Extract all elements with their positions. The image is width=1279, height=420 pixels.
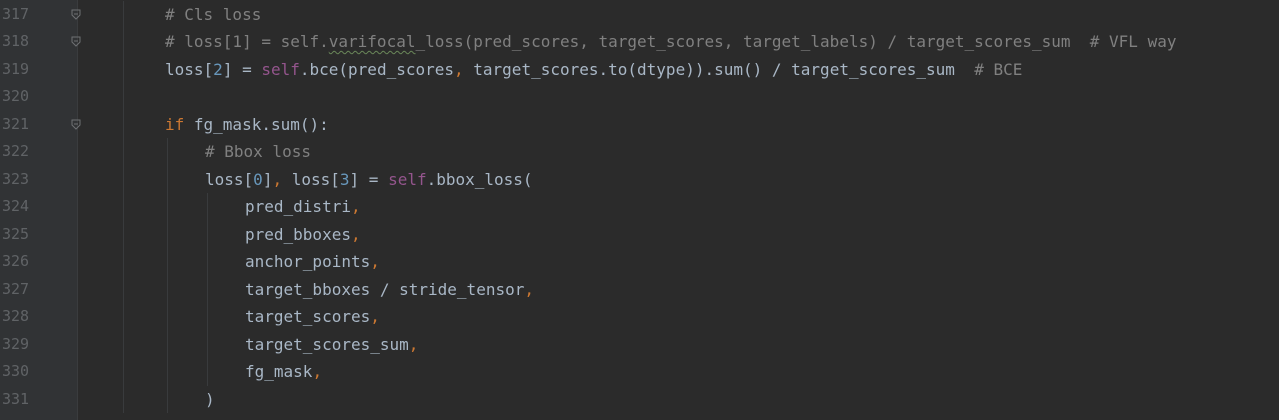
- fold-marker-icon[interactable]: [71, 9, 81, 20]
- code-text: # Cls loss: [165, 1, 261, 29]
- line-number: 320: [2, 87, 30, 105]
- code-text: loss[2] = self.bce(pred_scores, target_s…: [165, 56, 1022, 84]
- code-token: target_scores.to(dtype)).sum() / target_…: [463, 59, 975, 79]
- code-line[interactable]: 317 # Cls loss: [0, 1, 1279, 29]
- line-number: 327: [2, 279, 30, 298]
- code-token: loss[: [205, 169, 254, 189]
- code-token: pred_bboxes: [245, 224, 351, 244]
- line-number: 318: [2, 32, 30, 50]
- code-token: pred_distri: [245, 197, 351, 216]
- code-line[interactable]: 330 fg_mask,: [0, 358, 1279, 386]
- line-number: 330: [2, 362, 30, 380]
- code-line[interactable]: 323 loss[0], loss[3] = self.bbox_loss(: [0, 166, 1279, 194]
- code-line[interactable]: 326 anchor_points,: [0, 248, 1279, 276]
- code-text: target_bboxes / stride_tensor,: [245, 276, 534, 304]
- code-line[interactable]: 328 target_scores,: [0, 303, 1279, 331]
- code-line[interactable]: 329 target_scores_sum,: [0, 331, 1279, 359]
- code-token: if: [165, 114, 185, 134]
- code-line[interactable]: 325 pred_bboxes,: [0, 221, 1279, 249]
- code-text: # Bbox loss: [205, 138, 311, 166]
- line-number: 323: [2, 169, 30, 188]
- code-token: # Bbox loss: [205, 142, 311, 161]
- code-token: loss[: [282, 169, 340, 189]
- line-number: 319: [2, 59, 30, 78]
- code-text: fg_mask,: [245, 358, 322, 386]
- line-number: 326: [2, 252, 30, 270]
- code-token: target_scores: [245, 307, 371, 326]
- code-line[interactable]: 321 if fg_mask.sum():: [0, 111, 1279, 139]
- code-token: ,: [350, 197, 361, 216]
- code-token: self: [261, 59, 300, 79]
- code-line[interactable]: 331): [0, 386, 1279, 414]
- code-text: anchor_points,: [245, 248, 380, 276]
- code-text: loss[0], loss[3] = self.bbox_loss(: [205, 166, 533, 194]
- code-token: _loss(pred_scores, target_scores, target…: [415, 32, 1177, 51]
- code-line[interactable]: 320: [0, 83, 1279, 111]
- line-number: 322: [2, 142, 30, 160]
- code-token: ): [205, 389, 215, 409]
- code-token: ] =: [349, 169, 389, 189]
- line-number: 317: [2, 4, 30, 23]
- code-token: ,: [454, 59, 464, 79]
- code-token: 0: [253, 169, 263, 189]
- code-token: ]: [262, 169, 273, 189]
- fold-marker-icon[interactable]: [71, 119, 81, 130]
- code-token: # BCE: [974, 59, 1023, 79]
- line-number: 321: [2, 114, 30, 133]
- code-token: ] =: [222, 59, 262, 79]
- code-token: fg_mask.sum():: [184, 114, 329, 134]
- line-number: 325: [2, 224, 30, 243]
- code-token: self: [388, 169, 427, 189]
- code-editor[interactable]: 317 # Cls loss 318 # loss[1] = self.varifoc…: [0, 0, 1279, 420]
- code-token: loss[: [165, 59, 214, 79]
- line-number: 331: [2, 389, 30, 408]
- code-token: 2: [213, 59, 223, 79]
- code-text: ): [205, 386, 215, 414]
- code-token: ,: [350, 224, 361, 244]
- code-token: .bce(pred_scores: [299, 59, 454, 79]
- code-token: ,: [272, 169, 283, 189]
- code-text: pred_bboxes,: [245, 221, 361, 249]
- code-token: ,: [312, 362, 323, 381]
- fold-marker-icon[interactable]: [71, 36, 81, 47]
- code-text: # loss[1] = self.varifocal_loss(pred_sco…: [165, 28, 1176, 56]
- code-token: ,: [524, 279, 534, 299]
- line-number: 324: [2, 197, 30, 215]
- code-token: anchor_points: [245, 252, 371, 271]
- code-text: pred_distri,: [245, 193, 361, 221]
- code-line[interactable]: 318 # loss[1] = self.varifocal_loss(pred_…: [0, 28, 1279, 56]
- code-line[interactable]: 324 pred_distri,: [0, 193, 1279, 221]
- code-token: varifocal: [328, 32, 416, 51]
- code-line[interactable]: 319 loss[2] = self.bce(pred_scores, targe…: [0, 56, 1279, 84]
- code-text: if fg_mask.sum():: [165, 111, 329, 139]
- code-token: 3: [339, 169, 350, 189]
- code-token: .bbox_loss(: [426, 169, 533, 189]
- code-token: fg_mask: [245, 362, 313, 381]
- code-text: target_scores_sum,: [245, 331, 418, 359]
- code-token: target_bboxes / stride_tensor: [245, 279, 525, 299]
- line-number: 328: [2, 307, 30, 325]
- code-token: # Cls loss: [165, 4, 262, 24]
- code-line[interactable]: 322 # Bbox loss: [0, 138, 1279, 166]
- code-token: ,: [408, 334, 419, 354]
- code-line[interactable]: 327 target_bboxes / stride_tensor,: [0, 276, 1279, 304]
- code-text: target_scores,: [245, 303, 380, 331]
- line-number: 329: [2, 334, 30, 353]
- code-token: ,: [370, 252, 380, 271]
- code-token: # loss[1] = self.: [165, 32, 329, 51]
- code-token: target_scores_sum: [245, 334, 409, 354]
- code-token: ,: [370, 307, 380, 326]
